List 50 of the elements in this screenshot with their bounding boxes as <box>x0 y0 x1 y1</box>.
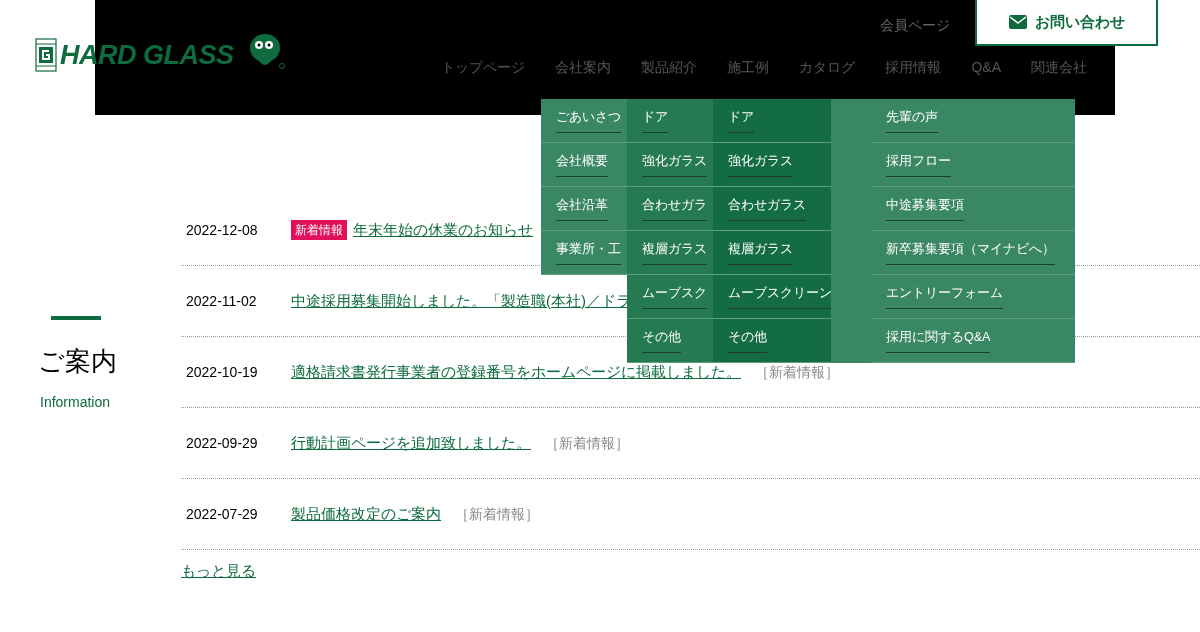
dropdown-item[interactable]: その他 <box>642 328 681 353</box>
news-date: 2022-09-29 <box>186 433 259 453</box>
contact-button[interactable]: お問い合わせ <box>975 0 1158 46</box>
news-link[interactable]: 年末年始の休業のお知らせ <box>353 218 533 242</box>
dropdown-item[interactable]: 会社概要 <box>556 152 608 177</box>
nav-link[interactable]: 施工例 <box>727 57 770 78</box>
news-category: ［新着情報］ <box>755 362 839 382</box>
dropdown-item[interactable]: その他 <box>728 328 767 353</box>
dropdown-item[interactable]: 強化ガラス <box>728 152 793 177</box>
dropdown-item[interactable]: ムーブスク <box>642 284 707 309</box>
news-category: ［新着情報］ <box>455 504 539 524</box>
dropdown-item[interactable]: 強化ガラス <box>642 152 707 177</box>
nav-link[interactable]: トップページ <box>441 57 526 78</box>
dropdown-item[interactable]: ドア <box>642 108 668 133</box>
dropdown-item[interactable]: 複層ガラス <box>642 240 707 265</box>
dropdown-item[interactable]: 複層ガラス <box>728 240 793 265</box>
news-category: ［新着情報］ <box>545 433 629 453</box>
news-date: 2022-11-02 <box>186 291 258 311</box>
dropdown-item[interactable]: 中途募集要項 <box>886 196 964 221</box>
dropdown-item[interactable]: ごあいさつ <box>556 108 621 133</box>
nav-link[interactable]: 会社案内 <box>555 57 612 78</box>
more-link[interactable]: もっと見る <box>181 560 256 583</box>
dropdown-item[interactable]: 合わせガラ <box>642 196 707 221</box>
dropdown-item[interactable]: ドア <box>728 108 754 133</box>
logo-mark-icon <box>35 38 57 72</box>
dropdown-item[interactable]: 会社沿革 <box>556 196 608 221</box>
new-badge: 新着情報 <box>291 220 347 240</box>
nav-link[interactable]: Q&A <box>971 57 1001 78</box>
news-link[interactable]: 行動計画ページを追加致しました。 <box>291 431 531 455</box>
news-link[interactable]: 適格請求書発行事業者の登録番号をホームページに掲載しました。 <box>291 360 741 384</box>
news-date: 2022-12-08 <box>186 220 259 240</box>
nav-link[interactable]: 製品紹介 <box>641 57 698 78</box>
news-date: 2022-07-29 <box>186 504 259 524</box>
nav-link[interactable]: カタログ <box>799 57 856 78</box>
dropdown-item[interactable]: 先輩の声 <box>886 108 938 133</box>
news-date: 2022-10-19 <box>186 362 259 382</box>
dropdown-item[interactable]: 新卒募集要項（マイナビへ） <box>886 240 1055 265</box>
dropdown-item[interactable]: 合わせガラス <box>728 196 806 221</box>
dropdown-item[interactable]: 事業所・工 <box>556 240 621 265</box>
nav-link[interactable]: 関連会社 <box>1031 57 1087 78</box>
nav-link[interactable]: 採用情報 <box>885 57 942 78</box>
section-title: ご案内 <box>38 348 117 374</box>
dropdown-item[interactable]: 採用に関するQ&A <box>886 328 991 353</box>
member-page-link[interactable]: 会員ページ <box>880 15 950 36</box>
dropdown-item[interactable]: 採用フロー <box>886 152 951 177</box>
mail-icon <box>1008 15 1027 29</box>
accent-bar <box>51 316 101 320</box>
news-link[interactable]: 製品価格改定のご案内 <box>291 502 441 526</box>
section-subtitle: Information <box>40 393 111 412</box>
dropdown-item[interactable]: エントリーフォーム <box>886 284 1003 309</box>
